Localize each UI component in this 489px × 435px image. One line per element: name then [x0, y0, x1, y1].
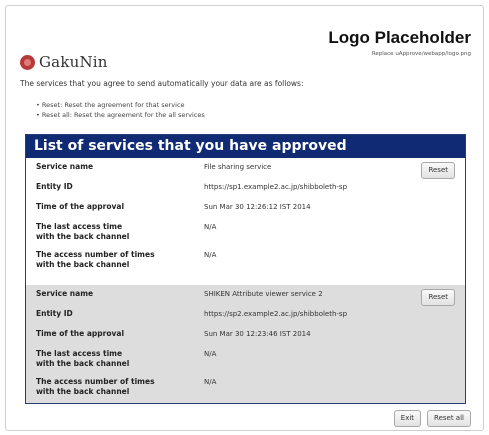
access-count-value: N/A — [204, 251, 217, 259]
intro-text: The services that you agree to send auto… — [20, 79, 304, 88]
reset-button[interactable]: Reset — [421, 162, 455, 179]
last-access-label-line1: The last access time — [36, 349, 123, 358]
service-name-value: File sharing service — [204, 163, 272, 171]
service-name-label: Service name — [36, 289, 94, 298]
last-access-label: The last access time with the back chann… — [36, 222, 196, 242]
approved-services-panel: List of services that you have approved … — [25, 134, 466, 404]
logo-placeholder-title: Logo Placeholder — [328, 28, 471, 47]
entity-id-label: Entity ID — [36, 309, 73, 318]
bullet-reset-all: Reset all: Reset the agreement for the a… — [36, 110, 205, 120]
access-count-value: N/A — [204, 378, 217, 386]
brand-name: GakuNin — [39, 53, 108, 71]
entity-id-value: https://sp1.example2.ac.jp/shibboleth-sp — [204, 183, 348, 191]
last-access-value: N/A — [204, 350, 217, 358]
approval-time-value: Sun Mar 30 12:26:12 IST 2014 — [204, 203, 311, 211]
last-access-label-line1: The last access time — [36, 222, 123, 231]
entity-id-label: Entity ID — [36, 182, 73, 191]
last-access-label: The last access time with the back chann… — [36, 349, 196, 369]
service-entry: Service name File sharing service Reset … — [26, 158, 465, 285]
footer-actions: Exit Reset all — [393, 410, 471, 427]
reset-button[interactable]: Reset — [421, 289, 455, 306]
page-frame: Logo Placeholder Replace uApprove/webapp… — [5, 5, 484, 431]
access-count-label: The access number of times with the back… — [36, 250, 196, 270]
access-count-label-line2: with the back channel — [36, 260, 130, 269]
approval-time-value: Sun Mar 30 12:23:46 IST 2014 — [204, 330, 311, 338]
access-count-label-line1: The access number of times — [36, 250, 155, 259]
logo-placeholder-subtitle: Replace uApprove/webapp/logo.png — [371, 51, 471, 57]
bullet-reset: Reset: Reset the agreement for that serv… — [36, 100, 205, 110]
approval-time-label: Time of the approval — [36, 202, 125, 211]
approval-time-label: Time of the approval — [36, 329, 125, 338]
last-access-label-line2: with the back channel — [36, 232, 130, 241]
access-count-label-line1: The access number of times — [36, 377, 155, 386]
access-count-label-line2: with the back channel — [36, 387, 130, 396]
gakunin-brand: GakuNin — [20, 53, 108, 71]
last-access-value: N/A — [204, 223, 217, 231]
entity-id-value: https://sp2.example2.ac.jp/shibboleth-sp — [204, 310, 348, 318]
panel-title: List of services that you have approved — [26, 135, 465, 158]
gakunin-logo-icon — [20, 54, 35, 70]
last-access-label-line2: with the back channel — [36, 359, 130, 368]
service-name-value: SHIKEN Attribute viewer service 2 — [204, 290, 323, 298]
exit-button[interactable]: Exit — [393, 410, 422, 427]
service-entry: Service name SHIKEN Attribute viewer ser… — [26, 285, 465, 403]
service-name-label: Service name — [36, 162, 94, 171]
reset-all-button[interactable]: Reset all — [427, 410, 471, 427]
access-count-label: The access number of times with the back… — [36, 377, 196, 397]
help-bullets: Reset: Reset the agreement for that serv… — [36, 100, 205, 120]
